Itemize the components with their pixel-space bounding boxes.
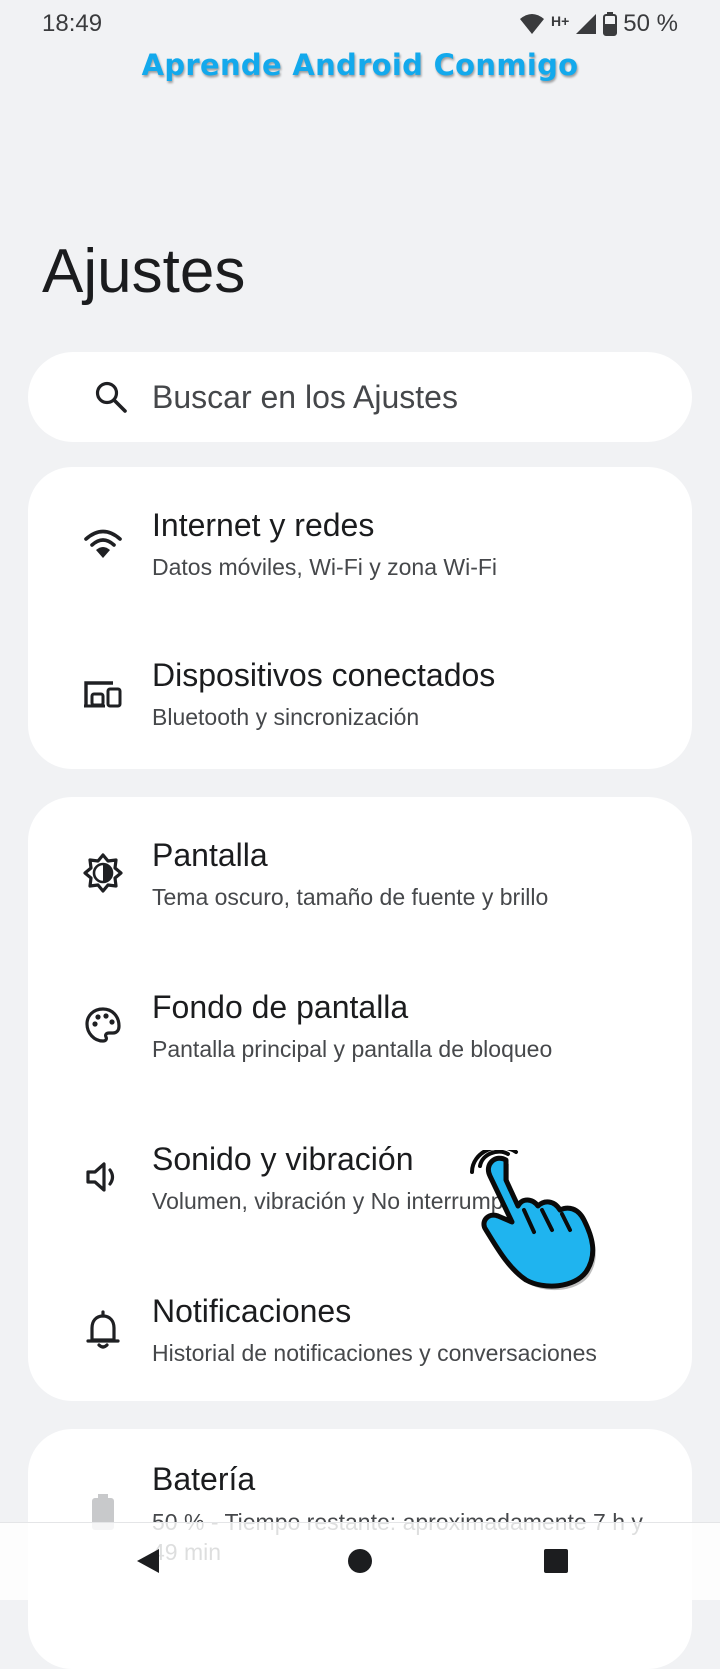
item-subtitle: Pantalla principal y pantalla de bloqueo: [152, 1036, 553, 1062]
page-title: Ajustes: [42, 237, 246, 306]
item-title: Internet y redes: [152, 507, 375, 543]
item-title: Fondo de pantalla: [152, 989, 409, 1025]
item-title: Notificaciones: [152, 1293, 352, 1329]
item-subtitle: Datos móviles, Wi-Fi y zona Wi-Fi: [152, 554, 498, 580]
settings-item-internet[interactable]: Internet y redes Datos móviles, Wi-Fi y …: [28, 467, 692, 619]
recents-icon[interactable]: [528, 1533, 584, 1589]
item-subtitle: Tema oscuro, tamaño de fuente y brillo: [152, 884, 549, 910]
wifi-status-icon: [519, 13, 545, 35]
settings-item-display[interactable]: Pantalla Tema oscuro, tamaño de fuente y…: [28, 797, 692, 949]
devices-icon: [82, 673, 124, 715]
signal-icon: [575, 13, 597, 35]
item-subtitle: Volumen, vibración y No interrumpir: [152, 1188, 517, 1214]
pointer-hand-icon: [468, 1145, 618, 1300]
home-icon[interactable]: [332, 1533, 388, 1589]
settings-card-connectivity: Internet y redes Datos móviles, Wi-Fi y …: [28, 467, 692, 769]
navigation-bar: [0, 1522, 720, 1600]
item-title: Batería: [152, 1461, 256, 1497]
settings-item-wallpaper[interactable]: Fondo de pantalla Pantalla principal y p…: [28, 949, 692, 1101]
item-subtitle: Bluetooth y sincronización: [152, 704, 420, 730]
item-title: Dispositivos conectados: [152, 657, 496, 693]
bell-icon: [82, 1309, 124, 1351]
palette-icon: [82, 1004, 124, 1046]
item-title: Pantalla: [152, 837, 268, 873]
status-bar: 18:49 H+ 50 %: [0, 0, 720, 50]
settings-card-display-sound: Pantalla Tema oscuro, tamaño de fuente y…: [28, 797, 692, 1401]
volume-icon: [82, 1156, 124, 1198]
status-icons: H+ 50 %: [519, 10, 678, 38]
search-placeholder: Buscar en los Ajustes: [152, 378, 458, 415]
status-time: 18:49: [42, 10, 103, 37]
settings-item-connected-devices[interactable]: Dispositivos conectados Bluetooth y sinc…: [28, 619, 692, 769]
battery-percent: 50 %: [623, 10, 678, 37]
watermark: Aprende Android Conmigo: [141, 48, 579, 82]
search-icon: [94, 380, 128, 414]
item-title: Sonido y vibración: [152, 1141, 414, 1177]
wifi-icon: [82, 523, 124, 565]
item-subtitle: Historial de notificaciones y conversaci…: [152, 1340, 597, 1366]
battery-status-icon: [603, 12, 618, 36]
back-icon[interactable]: [120, 1533, 176, 1589]
search-bar[interactable]: Buscar en los Ajustes: [28, 352, 692, 442]
brightness-icon: [82, 852, 124, 894]
network-type: H+: [551, 13, 570, 29]
